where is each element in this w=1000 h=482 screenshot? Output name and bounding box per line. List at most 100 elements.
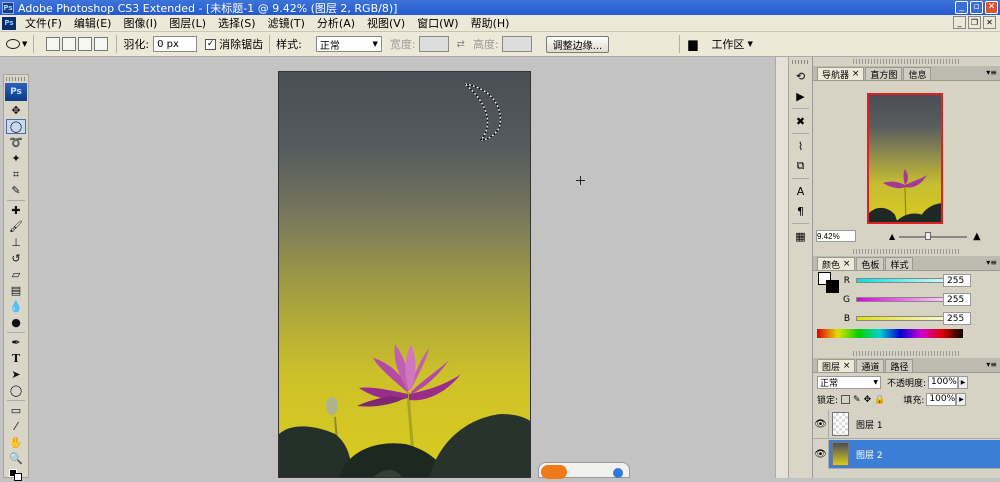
menu-window[interactable]: 窗口(W): [411, 15, 464, 31]
menu-select[interactable]: 选择(S): [212, 15, 262, 31]
eyedropper-tool-icon[interactable]: ⁄: [6, 419, 26, 434]
tab-swatches[interactable]: 色板: [856, 257, 885, 271]
dodge-tool-icon[interactable]: ●: [6, 315, 26, 330]
blur-tool-icon[interactable]: 💧: [6, 299, 26, 314]
refine-edge-button[interactable]: 调整边缘...: [545, 35, 610, 53]
lock-transparency-icon[interactable]: [841, 395, 851, 404]
minimize-button[interactable]: _: [955, 1, 968, 14]
gradient-tool-icon[interactable]: ▤: [6, 283, 26, 298]
crop-tool-icon[interactable]: ⌗: [6, 167, 26, 182]
toolbox-grip[interactable]: [6, 77, 26, 81]
actions-panel-icon[interactable]: ▶: [792, 88, 810, 104]
menu-edit[interactable]: 编辑(E): [68, 15, 118, 31]
navigator-zoom-input[interactable]: [816, 230, 856, 242]
color-spectrum-ramp[interactable]: [817, 329, 963, 338]
clone-stamp-tool-icon[interactable]: ⊥: [6, 235, 26, 250]
subtract-selection-icon[interactable]: [78, 37, 93, 51]
eraser-tool-icon[interactable]: ▱: [6, 267, 26, 282]
panel-grip[interactable]: [853, 59, 961, 64]
tool-presets-panel-icon[interactable]: ✖: [792, 113, 810, 129]
shape-tool-icon[interactable]: ◯: [6, 383, 26, 398]
visibility-eye-icon[interactable]: 👁: [813, 439, 829, 469]
zoom-tool-icon[interactable]: 🔍: [6, 451, 26, 466]
navigator-preview[interactable]: [867, 93, 943, 224]
layer-row-2[interactable]: 👁 图层 2: [813, 439, 1000, 469]
maximize-button[interactable]: ▫: [970, 1, 983, 14]
tab-layers[interactable]: 图层 ×: [817, 359, 856, 373]
tab-color[interactable]: 颜色 ×: [817, 257, 856, 271]
doc-restore-button[interactable]: ❐: [968, 16, 981, 29]
panel-menu-icon[interactable]: ▾≡: [986, 258, 997, 267]
menu-filter[interactable]: 滤镜(T): [262, 15, 311, 31]
menu-file[interactable]: 文件(F): [19, 15, 68, 31]
brush-tool-icon[interactable]: 🖌: [6, 219, 26, 234]
r-value-input[interactable]: 255: [943, 274, 971, 287]
zoom-slider-knob[interactable]: [925, 232, 931, 240]
doc-close-button[interactable]: ✕: [983, 16, 996, 29]
zoom-out-icon[interactable]: ▲: [889, 232, 895, 241]
lock-all-icon[interactable]: 🔒: [874, 395, 885, 405]
layer-row-1[interactable]: 👁 图层 1: [813, 409, 1000, 439]
visibility-eye-icon[interactable]: 👁: [813, 409, 829, 439]
tab-info[interactable]: 信息: [903, 67, 932, 81]
slice-tool-icon[interactable]: ✎: [6, 183, 26, 198]
palette-well-icon[interactable]: ▆: [688, 37, 697, 51]
lock-position-icon[interactable]: ✥: [864, 395, 872, 405]
foreground-background-color-icon[interactable]: [6, 467, 26, 482]
blend-mode-select[interactable]: 正常 ▼: [817, 376, 881, 389]
character-panel-icon[interactable]: A: [792, 183, 810, 199]
vertical-scrollbar[interactable]: [775, 57, 788, 478]
move-tool-icon[interactable]: ✥: [6, 103, 26, 118]
path-selection-tool-icon[interactable]: ➤: [6, 367, 26, 382]
new-selection-icon[interactable]: [46, 37, 61, 51]
hand-tool-icon[interactable]: ✋: [6, 435, 26, 450]
lasso-tool-icon[interactable]: ➰: [6, 135, 26, 150]
tab-styles[interactable]: 样式: [885, 257, 914, 271]
menu-help[interactable]: 帮助(H): [465, 15, 516, 31]
history-panel-icon[interactable]: ⟲: [792, 68, 810, 84]
photoshop-logo[interactable]: Ps: [5, 83, 27, 101]
menu-image[interactable]: 图像(I): [117, 15, 163, 31]
clone-source-panel-icon[interactable]: ⧉: [792, 158, 810, 174]
zoom-slider-track[interactable]: [899, 236, 967, 238]
elliptical-marquee-tool-icon[interactable]: ◯: [6, 119, 26, 134]
panel-grip[interactable]: [853, 351, 961, 356]
tab-histogram[interactable]: 直方图: [865, 67, 903, 81]
swap-dimensions-icon[interactable]: ⇄: [457, 39, 465, 50]
healing-brush-tool-icon[interactable]: ✚: [6, 203, 26, 218]
document-canvas[interactable]: [278, 71, 531, 478]
tab-paths[interactable]: 路径: [885, 359, 914, 373]
window-title-bar[interactable]: Ps Adobe Photoshop CS3 Extended - [未标题-1…: [0, 0, 1000, 15]
opacity-arrow-icon[interactable]: ▶: [958, 376, 969, 389]
tab-channels[interactable]: 通道: [856, 359, 885, 373]
menu-analysis[interactable]: 分析(A): [311, 15, 361, 31]
style-select[interactable]: 正常 ▼: [315, 36, 382, 52]
panel-menu-icon[interactable]: ▾≡: [986, 68, 997, 77]
panel-grip[interactable]: [853, 249, 961, 254]
height-input[interactable]: [501, 36, 532, 52]
notes-tool-icon[interactable]: ▭: [6, 403, 26, 418]
width-input[interactable]: [418, 36, 449, 52]
fill-arrow-icon[interactable]: ▶: [956, 393, 967, 406]
intersect-selection-icon[interactable]: [94, 37, 109, 51]
close-button[interactable]: ✕: [985, 1, 998, 14]
opacity-input[interactable]: 100%: [928, 376, 959, 389]
tool-preset-picker[interactable]: ▼: [6, 39, 27, 49]
feather-input[interactable]: [153, 36, 198, 52]
tab-navigator[interactable]: 导航器 ×: [817, 67, 865, 81]
b-value-input[interactable]: 255: [943, 312, 971, 325]
type-tool-icon[interactable]: T: [6, 351, 26, 366]
workspace-menu[interactable]: 工作区 ▼: [711, 36, 752, 52]
panel-menu-icon[interactable]: ▾≡: [986, 360, 997, 369]
antialias-checkbox[interactable]: ✓: [205, 38, 217, 50]
menu-layer[interactable]: 图层(L): [163, 15, 212, 31]
pen-tool-icon[interactable]: ✒: [6, 335, 26, 350]
dock-grip[interactable]: [792, 60, 809, 64]
menu-view[interactable]: 视图(V): [361, 15, 411, 31]
fill-input[interactable]: 100%: [926, 393, 957, 406]
add-to-selection-icon[interactable]: [62, 37, 77, 51]
brushes-panel-icon[interactable]: ⌇: [792, 138, 810, 154]
g-value-input[interactable]: 255: [943, 293, 971, 306]
zoom-in-icon[interactable]: ▲: [973, 231, 981, 242]
layer-comps-panel-icon[interactable]: ▦: [792, 228, 810, 244]
